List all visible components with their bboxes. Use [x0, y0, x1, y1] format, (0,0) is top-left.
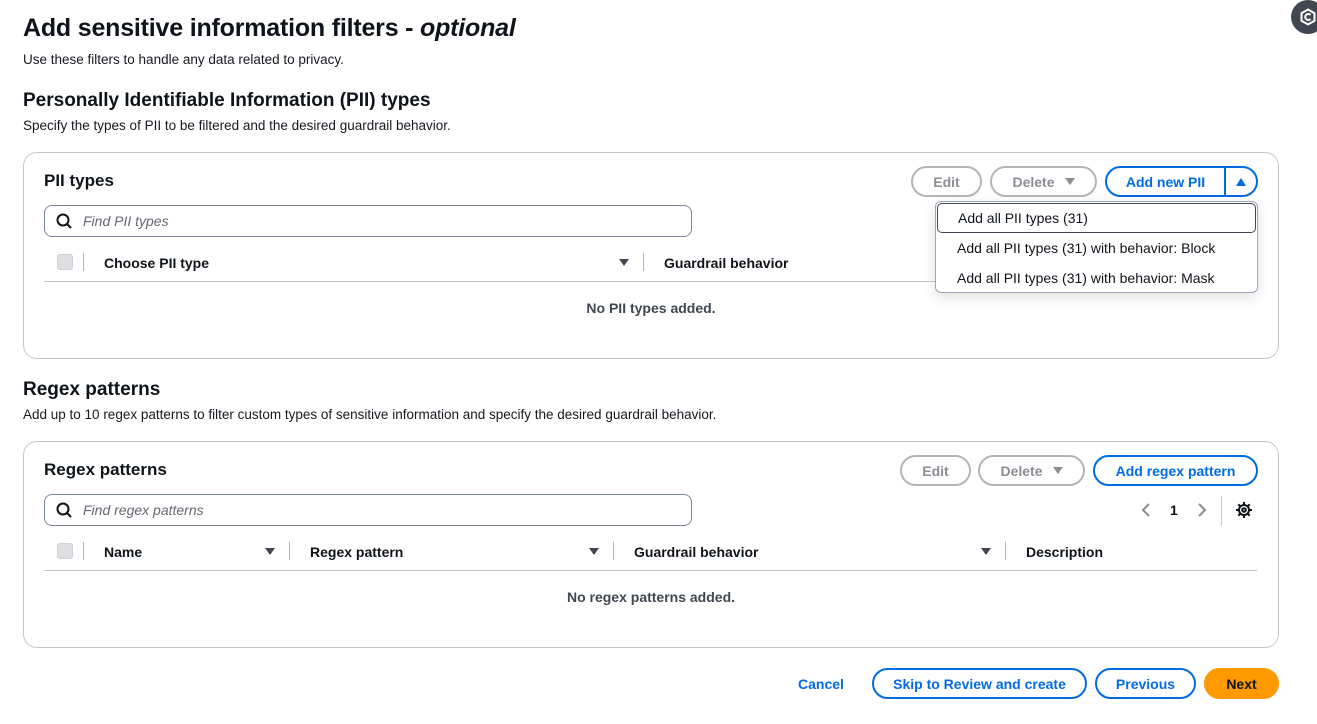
- column-divider: [1005, 542, 1006, 560]
- page-number[interactable]: 1: [1170, 502, 1178, 518]
- pii-search-field[interactable]: [44, 205, 692, 237]
- add-new-pii-split-button[interactable]: Add new PII: [1105, 166, 1258, 197]
- regex-edit-label: Edit: [922, 462, 949, 479]
- pii-search-input[interactable]: [81, 212, 691, 230]
- menu-item-add-all[interactable]: Add all PII types (31): [937, 203, 1256, 233]
- pii-select-all-checkbox[interactable]: [57, 254, 73, 270]
- table-header-divider: [44, 570, 1257, 571]
- sort-icon[interactable]: [619, 259, 629, 266]
- page-title: Add sensitive information filters - opti…: [23, 14, 516, 43]
- chevron-right-icon[interactable]: [1196, 502, 1208, 518]
- column-divider: [83, 253, 84, 271]
- regex-col-guardrail-behavior[interactable]: Guardrail behavior: [634, 544, 758, 560]
- regex-select-all-checkbox[interactable]: [57, 543, 73, 559]
- pii-delete-label: Delete: [1012, 173, 1055, 190]
- sort-icon[interactable]: [589, 548, 599, 555]
- pagination-divider: [1221, 496, 1222, 526]
- search-icon: [56, 502, 72, 518]
- sort-icon[interactable]: [265, 548, 275, 555]
- skip-to-review-button[interactable]: Skip to Review and create: [872, 668, 1087, 699]
- add-pii-dropdown-menu: Add all PII types (31) Add all PII types…: [935, 201, 1258, 293]
- menu-item-add-all-mask[interactable]: Add all PII types (31) with behavior: Ma…: [936, 263, 1257, 293]
- assistant-icon: [1300, 8, 1316, 26]
- caret-down-icon: [1052, 467, 1063, 474]
- cancel-link[interactable]: Cancel: [798, 676, 844, 692]
- regex-edit-button[interactable]: Edit: [900, 455, 971, 486]
- next-button[interactable]: Next: [1204, 668, 1279, 699]
- regex-col-description[interactable]: Description: [1026, 544, 1103, 560]
- menu-item-add-all-block[interactable]: Add all PII types (31) with behavior: Bl…: [936, 233, 1257, 263]
- pii-empty-state: No PII types added.: [586, 300, 716, 316]
- pii-col-choose-type[interactable]: Choose PII type: [104, 255, 209, 271]
- column-divider: [83, 542, 84, 560]
- page-title-main: Add sensitive information filters -: [23, 14, 421, 42]
- pii-delete-button[interactable]: Delete: [990, 166, 1097, 197]
- next-label: Next: [1226, 675, 1257, 692]
- regex-table-title: Regex patterns: [44, 460, 167, 479]
- column-divider: [643, 253, 644, 271]
- regex-empty-state: No regex patterns added.: [566, 589, 736, 605]
- caret-up-icon: [1236, 177, 1246, 186]
- page-description: Use these filters to handle any data rel…: [23, 52, 344, 67]
- column-divider: [613, 542, 614, 560]
- assistant-avatar[interactable]: [1291, 0, 1317, 34]
- pii-section-description: Specify the types of PII to be filtered …: [23, 118, 451, 133]
- add-regex-label: Add regex pattern: [1115, 462, 1236, 479]
- add-new-pii-label[interactable]: Add new PII: [1107, 174, 1224, 190]
- pii-table-title: PII types: [44, 171, 114, 190]
- caret-down-icon: [1064, 178, 1075, 185]
- gear-icon[interactable]: [1235, 501, 1253, 519]
- regex-col-pattern[interactable]: Regex pattern: [310, 544, 403, 560]
- regex-search-input[interactable]: [81, 501, 691, 519]
- regex-section-description: Add up to 10 regex patterns to filter cu…: [23, 407, 717, 422]
- add-regex-pattern-button[interactable]: Add regex pattern: [1093, 455, 1258, 486]
- regex-delete-label: Delete: [1000, 462, 1043, 479]
- regex-section-heading: Regex patterns: [23, 379, 161, 400]
- pii-section-heading: Personally Identifiable Information (PII…: [23, 90, 431, 111]
- regex-delete-button[interactable]: Delete: [978, 455, 1085, 486]
- column-divider: [289, 542, 290, 560]
- regex-search-field[interactable]: [44, 494, 692, 526]
- previous-label: Previous: [1115, 675, 1176, 692]
- pii-edit-button[interactable]: Edit: [911, 166, 982, 197]
- pii-edit-label: Edit: [933, 173, 960, 190]
- chevron-left-icon[interactable]: [1140, 502, 1152, 518]
- add-new-pii-dropdown-toggle[interactable]: [1226, 177, 1256, 186]
- regex-col-name[interactable]: Name: [104, 544, 142, 560]
- pii-col-guardrail-behavior[interactable]: Guardrail behavior: [664, 255, 788, 271]
- skip-label: Skip to Review and create: [893, 675, 1066, 692]
- search-icon: [56, 213, 72, 229]
- page-title-optional: optional: [420, 14, 516, 42]
- previous-button[interactable]: Previous: [1095, 668, 1196, 699]
- sort-icon[interactable]: [981, 548, 991, 555]
